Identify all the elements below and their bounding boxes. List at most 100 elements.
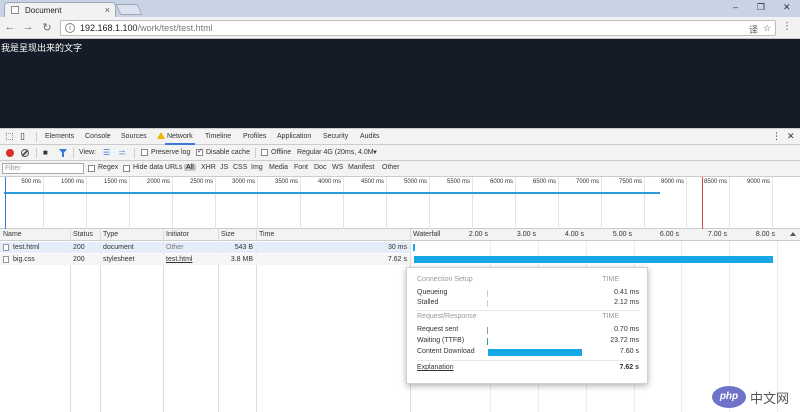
inspect-icon[interactable]: ⬚ bbox=[5, 131, 14, 142]
clear-icon[interactable] bbox=[21, 149, 29, 157]
request-name[interactable]: big.css bbox=[13, 256, 35, 263]
url-text[interactable]: 192.168.1.100/work/test/test.html bbox=[80, 23, 213, 33]
overview-tick-label: 3500 ms bbox=[274, 179, 298, 185]
type-filter-xhr[interactable]: XHR bbox=[201, 164, 216, 171]
camera-icon[interactable]: ■ bbox=[43, 148, 48, 157]
waterfall-tick-label: 8.00 s bbox=[755, 231, 775, 238]
overview-tick-label: 2500 ms bbox=[189, 179, 213, 185]
maximize-icon[interactable]: ❐ bbox=[757, 2, 765, 13]
column-waterfall[interactable]: Waterfall bbox=[413, 231, 440, 238]
tab-timeline[interactable]: Timeline bbox=[205, 133, 231, 140]
overview-gridline bbox=[172, 177, 173, 229]
chevron-down-icon[interactable]: ▼ bbox=[372, 150, 378, 156]
tab-sources[interactable]: Sources bbox=[121, 133, 147, 140]
type-filter-other[interactable]: Other bbox=[382, 164, 400, 171]
separator bbox=[417, 310, 639, 311]
explanation-link[interactable]: Explanation bbox=[417, 364, 454, 371]
overview-icon[interactable]: ⥬ bbox=[119, 148, 125, 158]
page-text: 我是呈现出来的文字 bbox=[1, 44, 83, 54]
star-icon[interactable]: ☆ bbox=[763, 23, 771, 34]
type-filter-doc[interactable]: Doc bbox=[314, 164, 326, 171]
request-type: document bbox=[103, 244, 134, 251]
table-header: Name Status Type Initiator Size Time Wat… bbox=[0, 229, 800, 241]
column-initiator[interactable]: Initiator bbox=[166, 231, 189, 238]
tab-audits[interactable]: Audits bbox=[360, 133, 379, 140]
devtools-menu-icon[interactable]: ⋮ bbox=[772, 131, 781, 142]
tab-elements[interactable]: Elements bbox=[45, 133, 74, 140]
column-type[interactable]: Type bbox=[103, 231, 118, 238]
tab-console[interactable]: Console bbox=[85, 133, 111, 140]
overview-gridline bbox=[257, 177, 258, 229]
page-viewport: 我是呈现出来的文字 bbox=[0, 39, 800, 128]
overview-tick-label: 500 ms bbox=[21, 179, 41, 185]
request-name[interactable]: test.html bbox=[13, 244, 39, 251]
translate-icon[interactable]: 译 bbox=[749, 23, 758, 36]
reload-icon[interactable]: ↻ bbox=[40, 21, 54, 34]
column-size[interactable]: Size bbox=[221, 231, 235, 238]
new-tab-button[interactable] bbox=[115, 4, 143, 15]
type-filter-media[interactable]: Media bbox=[269, 164, 288, 171]
minimize-icon[interactable]: – bbox=[733, 2, 738, 12]
tab-network[interactable]: Network bbox=[165, 133, 195, 145]
waterfall-tick-label: 7.00 s bbox=[707, 231, 727, 238]
type-filter-js[interactable]: JS bbox=[220, 164, 228, 171]
network-toolbar: ■ View: ☰ ⥬ Preserve log Disable cache O… bbox=[0, 145, 800, 161]
forward-icon[interactable]: → bbox=[21, 21, 35, 33]
overview-gridline bbox=[215, 177, 216, 229]
waterfall-bar[interactable] bbox=[413, 244, 415, 251]
tab-security[interactable]: Security bbox=[323, 133, 348, 140]
table-row[interactable]: test.html 200 document Other 543 B 30 ms bbox=[0, 242, 410, 253]
timing-section-header: Connection Setup TIME bbox=[417, 276, 619, 283]
regex-checkbox[interactable] bbox=[88, 165, 95, 172]
request-initiator-link[interactable]: test.html bbox=[166, 256, 192, 263]
browser-toolbar: ← → ↻ i 192.168.1.100/work/test/test.htm… bbox=[0, 17, 800, 39]
throttle-select[interactable]: Regular 4G (20ms, 4.0M bbox=[297, 149, 374, 156]
tab-application[interactable]: Application bbox=[277, 133, 311, 140]
offline-label: Offline bbox=[271, 149, 292, 156]
document-icon bbox=[3, 244, 9, 251]
large-rows-icon[interactable]: ☰ bbox=[103, 148, 110, 157]
overview-tick-label: 8500 ms bbox=[703, 179, 727, 185]
browser-menu-icon[interactable]: ⋮ bbox=[782, 22, 792, 32]
devtools-close-icon[interactable]: ✕ bbox=[787, 131, 795, 142]
type-filter-ws[interactable]: WS bbox=[332, 164, 343, 171]
column-status[interactable]: Status bbox=[73, 231, 93, 238]
network-overview[interactable]: 500 ms 1000 ms 1500 ms 2000 ms 2500 ms 3000 m… bbox=[0, 177, 800, 229]
offline-checkbox[interactable] bbox=[261, 149, 268, 156]
timing-section-header: Request/Response TIME bbox=[417, 313, 619, 320]
table-row[interactable]: big.css 200 stylesheet test.html 3.8 MB … bbox=[0, 254, 410, 265]
hide-data-urls-checkbox[interactable] bbox=[123, 165, 130, 172]
preserve-log-checkbox[interactable] bbox=[141, 149, 148, 156]
device-toolbar-icon[interactable]: ▯ bbox=[20, 131, 25, 142]
waterfall-bar[interactable] bbox=[414, 256, 773, 263]
type-filter-manifest[interactable]: Manifest bbox=[348, 164, 374, 171]
type-filter-font[interactable]: Font bbox=[294, 164, 308, 171]
back-icon[interactable]: ← bbox=[3, 21, 17, 33]
filter-icon[interactable] bbox=[59, 149, 67, 157]
record-icon[interactable] bbox=[6, 149, 14, 157]
address-bar[interactable]: i 192.168.1.100/work/test/test.html 译 ☆ bbox=[60, 20, 776, 36]
separator bbox=[134, 148, 135, 158]
disable-cache-checkbox[interactable] bbox=[196, 147, 203, 156]
info-icon[interactable]: i bbox=[65, 23, 75, 33]
type-filter-css[interactable]: CSS bbox=[233, 164, 247, 171]
timing-queueing: Queueing 0.41 ms bbox=[417, 289, 639, 297]
column-time[interactable]: Time bbox=[259, 231, 274, 238]
close-window-icon[interactable]: ✕ bbox=[783, 2, 791, 13]
type-filter-all[interactable]: All bbox=[184, 164, 196, 171]
browser-tab[interactable]: Document × bbox=[4, 2, 116, 17]
overview-tick-label: 1000 ms bbox=[60, 179, 84, 185]
overview-tick-label: 9000 ms bbox=[746, 179, 770, 185]
watermark-logo: php 中文网 bbox=[708, 381, 800, 412]
overview-tick-label: 7500 ms bbox=[618, 179, 642, 185]
separator bbox=[36, 148, 37, 158]
overview-gridline bbox=[686, 177, 687, 229]
waterfall-tick-label: 2.00 s bbox=[468, 231, 488, 238]
column-name[interactable]: Name bbox=[3, 231, 22, 238]
type-filter-img[interactable]: Img bbox=[251, 164, 263, 171]
tab-profiles[interactable]: Profiles bbox=[243, 133, 266, 140]
timing-waiting: Waiting (TTFB) 23.72 ms bbox=[417, 337, 639, 345]
timing-stalled: Stalled 2.12 ms bbox=[417, 299, 639, 307]
close-icon[interactable]: × bbox=[105, 5, 110, 15]
filter-input[interactable]: Filter bbox=[2, 163, 84, 174]
